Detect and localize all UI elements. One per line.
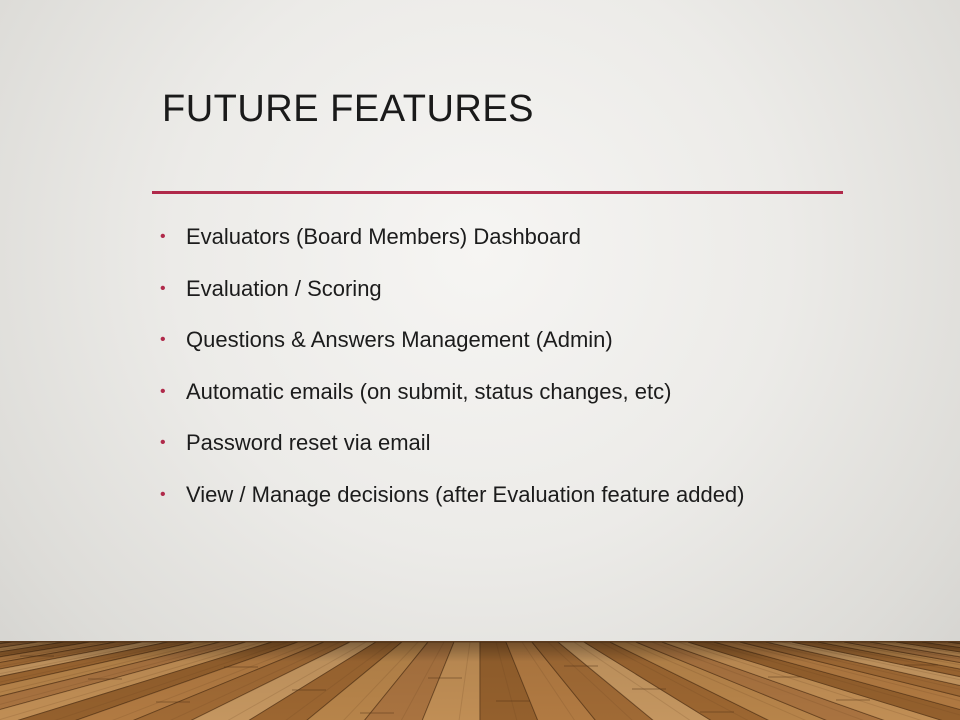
bullet-text: Password reset via email	[186, 430, 431, 455]
list-item: • Evaluators (Board Members) Dashboard	[160, 220, 860, 272]
bullet-icon: •	[160, 228, 166, 245]
title-divider	[152, 191, 843, 194]
bullet-text: Automatic emails (on submit, status chan…	[186, 378, 672, 404]
wood-floor-image	[0, 641, 960, 720]
bullet-text: Evaluation / Scoring	[186, 275, 382, 301]
list-item: • Automatic emails (on submit, status ch…	[160, 375, 860, 427]
list-item: • Password reset via email	[160, 426, 860, 478]
slide-title: FUTURE FEATURES	[162, 88, 535, 130]
list-item: • Evaluation / Scoring	[160, 272, 860, 324]
bullet-list: • Evaluators (Board Members) Dashboard •…	[160, 220, 860, 529]
bullet-text: Evaluators (Board Members) Dashboard	[186, 224, 581, 249]
bullet-icon: •	[160, 382, 166, 400]
list-item: • Questions & Answers Management (Admin)	[160, 323, 860, 375]
bullet-icon: •	[160, 434, 166, 451]
bullet-text: View / Manage decisions (after Evaluatio…	[186, 481, 745, 507]
bullet-icon: •	[160, 331, 166, 348]
bullet-icon: •	[160, 279, 166, 297]
bullet-icon: •	[160, 485, 166, 503]
list-item: • View / Manage decisions (after Evaluat…	[160, 478, 860, 530]
slide: FUTURE FEATURES • Evaluators (Board Memb…	[0, 0, 960, 720]
bullet-text: Questions & Answers Management (Admin)	[186, 327, 613, 352]
